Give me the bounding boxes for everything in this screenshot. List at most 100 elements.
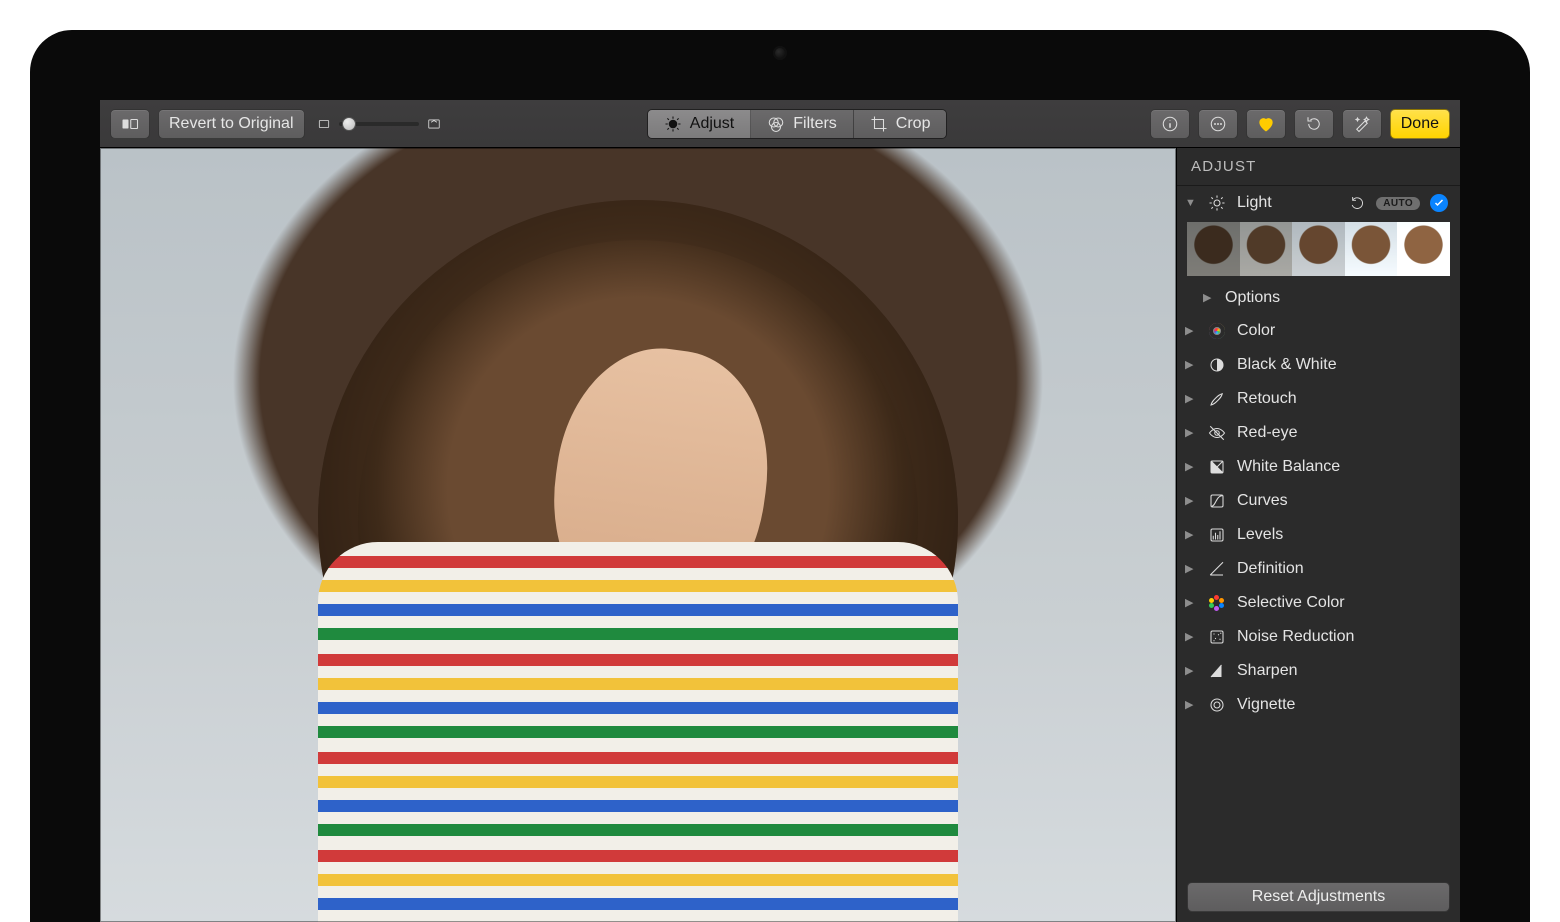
disclosure-icon: ▶ <box>1185 700 1197 711</box>
adjust-section-noise[interactable]: ▶ Noise <box>1177 620 1460 654</box>
levels-icon <box>1207 525 1227 545</box>
red-eye-icon <box>1207 423 1227 443</box>
revert-button-label: Revert to Original <box>169 115 294 133</box>
photo-subject-face <box>536 335 783 642</box>
info-button[interactable] <box>1150 109 1190 139</box>
light-thumb-1[interactable] <box>1187 222 1240 276</box>
tab-crop[interactable]: Crop <box>854 110 947 138</box>
wb-label: White Balance <box>1237 458 1448 476</box>
adjust-section-wb[interactable]: ▶ White Balance <box>1177 450 1460 484</box>
rotate-button[interactable] <box>1294 109 1334 139</box>
light-thumb-5[interactable] <box>1397 222 1450 276</box>
photo-canvas[interactable] <box>100 148 1176 922</box>
disclosure-open-icon: ▼ <box>1185 198 1197 209</box>
disclosure-icon: ▶ <box>1185 462 1197 473</box>
zoom-out-icon <box>317 117 331 131</box>
adjust-section-retouch[interactable]: ▶ Retouch <box>1177 382 1460 416</box>
edit-mode-tabs: Adjust Filters Crop <box>647 109 948 139</box>
disclosure-icon: ▶ <box>1185 326 1197 337</box>
adjust-section-sharpen[interactable]: ▶ Sharpen <box>1177 654 1460 688</box>
tab-adjust[interactable]: Adjust <box>648 110 751 138</box>
disclosure-icon: ▶ <box>1185 666 1197 677</box>
light-label: Light <box>1237 194 1340 212</box>
photo-subject-hair <box>318 200 958 840</box>
curves-icon <box>1207 491 1227 511</box>
heart-icon <box>1256 114 1276 134</box>
light-thumb-2[interactable] <box>1240 222 1293 276</box>
light-thumb-3[interactable] <box>1292 222 1345 276</box>
adjust-section-levels[interactable]: ▶ Levels <box>1177 518 1460 552</box>
light-options-label: Options <box>1225 289 1448 307</box>
adjust-section-vignette[interactable]: ▶ Vignette <box>1177 688 1460 722</box>
vignette-label: Vignette <box>1237 696 1448 714</box>
color-icon <box>1207 321 1227 341</box>
zoom-slider[interactable] <box>313 117 445 131</box>
definition-icon <box>1207 559 1227 579</box>
laptop-frame: Revert to Original <box>0 0 1560 922</box>
enabled-checkmark[interactable] <box>1430 194 1448 212</box>
done-button[interactable]: Done <box>1390 109 1450 139</box>
auto-badge[interactable]: AUTO <box>1376 197 1420 210</box>
photo-background <box>100 148 1176 922</box>
color-label: Color <box>1237 322 1448 340</box>
compare-toggle-button[interactable] <box>110 109 150 139</box>
auto-enhance-button[interactable] <box>1342 109 1382 139</box>
reset-adjustments-button[interactable]: Reset Adjustments <box>1187 882 1450 912</box>
bw-icon <box>1207 355 1227 375</box>
done-button-label: Done <box>1401 115 1439 133</box>
ellipsis-icon <box>1209 115 1227 133</box>
adjust-section-bw[interactable]: ▶ Black & White <box>1177 348 1460 382</box>
curves-label: Curves <box>1237 492 1448 510</box>
rotate-icon <box>1305 115 1323 133</box>
light-thumb-4[interactable] <box>1345 222 1398 276</box>
zoom-knob[interactable] <box>342 117 356 131</box>
info-icon <box>1161 115 1179 133</box>
adjust-section-light[interactable]: ▼ Light AUTO <box>1177 186 1460 220</box>
photo-subject-shirt <box>318 542 958 922</box>
disclosure-icon: ▶ <box>1185 428 1197 439</box>
adjust-section-definition[interactable]: ▶ Definition <box>1177 552 1460 586</box>
toolbar: Revert to Original <box>100 100 1460 148</box>
zoom-track[interactable] <box>339 122 419 126</box>
selcolor-label: Selective Color <box>1237 594 1448 612</box>
sidebar-title: ADJUST <box>1177 148 1460 186</box>
zoom-in-icon <box>427 117 441 131</box>
crop-icon <box>870 115 888 133</box>
favorite-button[interactable] <box>1246 109 1286 139</box>
light-options-row[interactable]: ▶ Options <box>1177 282 1460 314</box>
adjust-icon <box>664 115 682 133</box>
webcam <box>773 46 787 60</box>
adjust-section-selcolor[interactable]: ▶ Selective Color <box>1177 586 1460 620</box>
tab-crop-label: Crop <box>896 115 931 133</box>
editor-body: ADJUST ▼ Light <box>100 148 1460 922</box>
vignette-icon <box>1207 695 1227 715</box>
disclosure-icon: ▶ <box>1185 496 1197 507</box>
adjust-panel: ▼ Light AUTO <box>1177 186 1460 872</box>
filters-icon <box>767 115 785 133</box>
adjust-section-color[interactable]: ▶ Color <box>1177 314 1460 348</box>
bw-label: Black & White <box>1237 356 1448 374</box>
tab-filters-label: Filters <box>793 115 837 133</box>
levels-label: Levels <box>1237 526 1448 544</box>
revert-button[interactable]: Revert to Original <box>158 109 305 139</box>
disclosure-icon: ▶ <box>1203 293 1215 304</box>
definition-label: Definition <box>1237 560 1448 578</box>
tab-filters[interactable]: Filters <box>751 110 854 138</box>
laptop-bezel: Revert to Original <box>30 30 1530 922</box>
reset-label: Reset Adjustments <box>1252 888 1385 906</box>
disclosure-icon: ▶ <box>1185 564 1197 575</box>
adjust-section-redeye[interactable]: ▶ Red-eye <box>1177 416 1460 450</box>
light-icon <box>1207 193 1227 213</box>
light-preview-strip[interactable] <box>1177 220 1460 282</box>
undo-icon[interactable] <box>1350 195 1366 211</box>
disclosure-icon: ▶ <box>1185 598 1197 609</box>
disclosure-icon: ▶ <box>1185 632 1197 643</box>
tab-adjust-label: Adjust <box>690 115 734 133</box>
retouch-icon <box>1207 389 1227 409</box>
disclosure-icon: ▶ <box>1185 394 1197 405</box>
adjust-section-curves[interactable]: ▶ Curves <box>1177 484 1460 518</box>
more-button[interactable] <box>1198 109 1238 139</box>
selective-color-icon <box>1207 593 1227 613</box>
retouch-label: Retouch <box>1237 390 1448 408</box>
sharpen-label: Sharpen <box>1237 662 1448 680</box>
